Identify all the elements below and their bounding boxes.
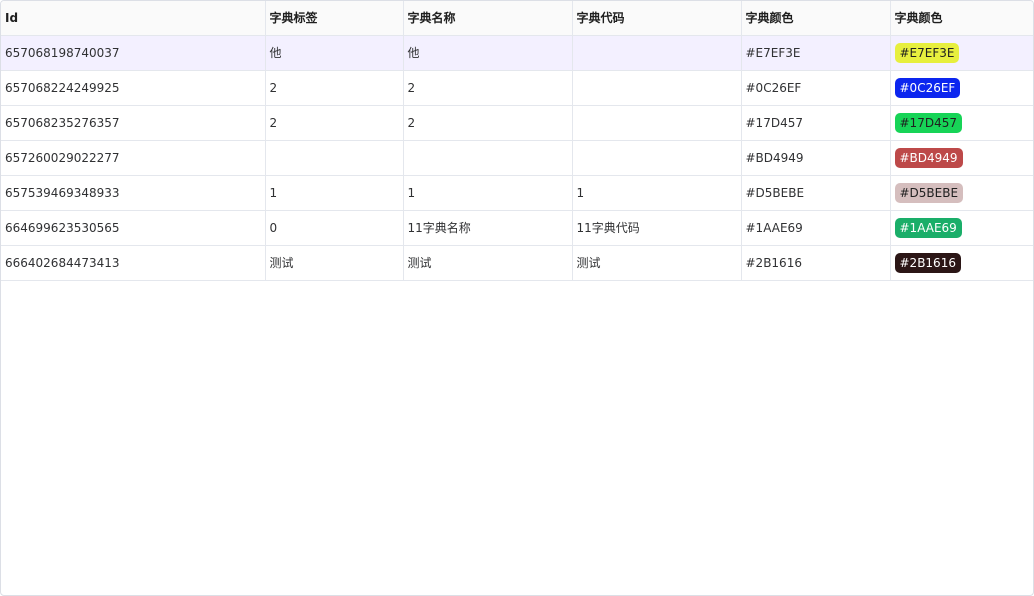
cell-name: 2 bbox=[403, 70, 573, 106]
table-body: 657068198740037 他 他 #E7EF3E #E7EF3E 6570… bbox=[1, 35, 1033, 281]
cell-color-tag-wrap: #D5BEBE bbox=[890, 175, 1033, 211]
cell-name: 2 bbox=[403, 105, 573, 141]
color-tag: #2B1616 bbox=[894, 252, 961, 273]
table-row[interactable]: 657068235276357 2 2 #17D457 #17D457 bbox=[1, 105, 1033, 141]
cell-id: 657260029022277 bbox=[1, 140, 266, 176]
cell-color-text: #17D457 bbox=[741, 105, 891, 141]
cell-code bbox=[572, 35, 742, 71]
header-dict-code[interactable]: 字典代码 bbox=[572, 1, 742, 36]
cell-name: 1 bbox=[403, 175, 573, 211]
cell-color-text: #E7EF3E bbox=[741, 35, 891, 71]
cell-color-text: #0C26EF bbox=[741, 70, 891, 106]
table-row[interactable]: 657068224249925 2 2 #0C26EF #0C26EF bbox=[1, 70, 1033, 106]
cell-code bbox=[572, 70, 742, 106]
color-tag: #E7EF3E bbox=[894, 42, 960, 63]
cell-color-tag-wrap: #0C26EF bbox=[890, 70, 1033, 106]
table-row[interactable]: 657068198740037 他 他 #E7EF3E #E7EF3E bbox=[1, 35, 1033, 71]
header-row: Id 字典标签 字典名称 字典代码 字典颜色 字典颜色 bbox=[1, 1, 1033, 36]
cell-label: 测试 bbox=[265, 245, 404, 281]
cell-label: 1 bbox=[265, 175, 404, 211]
table-row[interactable]: 666402684473413 测试 测试 测试 #2B1616 #2B1616 bbox=[1, 245, 1033, 281]
cell-color-tag-wrap: #BD4949 bbox=[890, 140, 1033, 176]
cell-color-text: #BD4949 bbox=[741, 140, 891, 176]
table-header: Id 字典标签 字典名称 字典代码 字典颜色 字典颜色 bbox=[1, 1, 1033, 36]
cell-color-text: #D5BEBE bbox=[741, 175, 891, 211]
color-tag: #17D457 bbox=[894, 112, 962, 133]
cell-id: 657068235276357 bbox=[1, 105, 266, 141]
cell-id: 657068198740037 bbox=[1, 35, 266, 71]
cell-label: 他 bbox=[265, 35, 404, 71]
cell-label: 2 bbox=[265, 105, 404, 141]
cell-color-text: #1AAE69 bbox=[741, 210, 891, 246]
header-dict-color-tag[interactable]: 字典颜色 bbox=[890, 1, 1033, 36]
header-dict-label[interactable]: 字典标签 bbox=[265, 1, 404, 36]
cell-label: 2 bbox=[265, 70, 404, 106]
cell-code bbox=[572, 105, 742, 141]
dictionary-table-container: Id 字典标签 字典名称 字典代码 字典颜色 字典颜色 657068198740… bbox=[0, 0, 1034, 596]
cell-id: 664699623530565 bbox=[1, 210, 266, 246]
cell-code bbox=[572, 140, 742, 176]
cell-color-tag-wrap: #E7EF3E bbox=[890, 35, 1033, 71]
color-tag: #BD4949 bbox=[894, 147, 963, 168]
color-tag: #D5BEBE bbox=[894, 182, 964, 203]
header-dict-color-text[interactable]: 字典颜色 bbox=[741, 1, 891, 36]
cell-name: 测试 bbox=[403, 245, 573, 281]
cell-id: 657539469348933 bbox=[1, 175, 266, 211]
color-tag: #0C26EF bbox=[894, 77, 961, 98]
cell-code: 1 bbox=[572, 175, 742, 211]
cell-name: 他 bbox=[403, 35, 573, 71]
cell-color-tag-wrap: #1AAE69 bbox=[890, 210, 1033, 246]
cell-label: 0 bbox=[265, 210, 404, 246]
cell-code: 测试 bbox=[572, 245, 742, 281]
cell-color-tag-wrap: #17D457 bbox=[890, 105, 1033, 141]
cell-code: 11字典代码 bbox=[572, 210, 742, 246]
cell-id: 657068224249925 bbox=[1, 70, 266, 106]
cell-color-text: #2B1616 bbox=[741, 245, 891, 281]
cell-label bbox=[265, 140, 404, 176]
cell-id: 666402684473413 bbox=[1, 245, 266, 281]
cell-color-tag-wrap: #2B1616 bbox=[890, 245, 1033, 281]
table-row[interactable]: 657260029022277 #BD4949 #BD4949 bbox=[1, 140, 1033, 176]
table-row[interactable]: 657539469348933 1 1 1 #D5BEBE #D5BEBE bbox=[1, 175, 1033, 211]
header-dict-name[interactable]: 字典名称 bbox=[403, 1, 573, 36]
cell-name bbox=[403, 140, 573, 176]
color-tag: #1AAE69 bbox=[894, 217, 962, 238]
dictionary-table: Id 字典标签 字典名称 字典代码 字典颜色 字典颜色 657068198740… bbox=[1, 1, 1033, 281]
cell-name: 11字典名称 bbox=[403, 210, 573, 246]
table-row[interactable]: 664699623530565 0 11字典名称 11字典代码 #1AAE69 … bbox=[1, 210, 1033, 246]
header-id[interactable]: Id bbox=[1, 1, 266, 36]
